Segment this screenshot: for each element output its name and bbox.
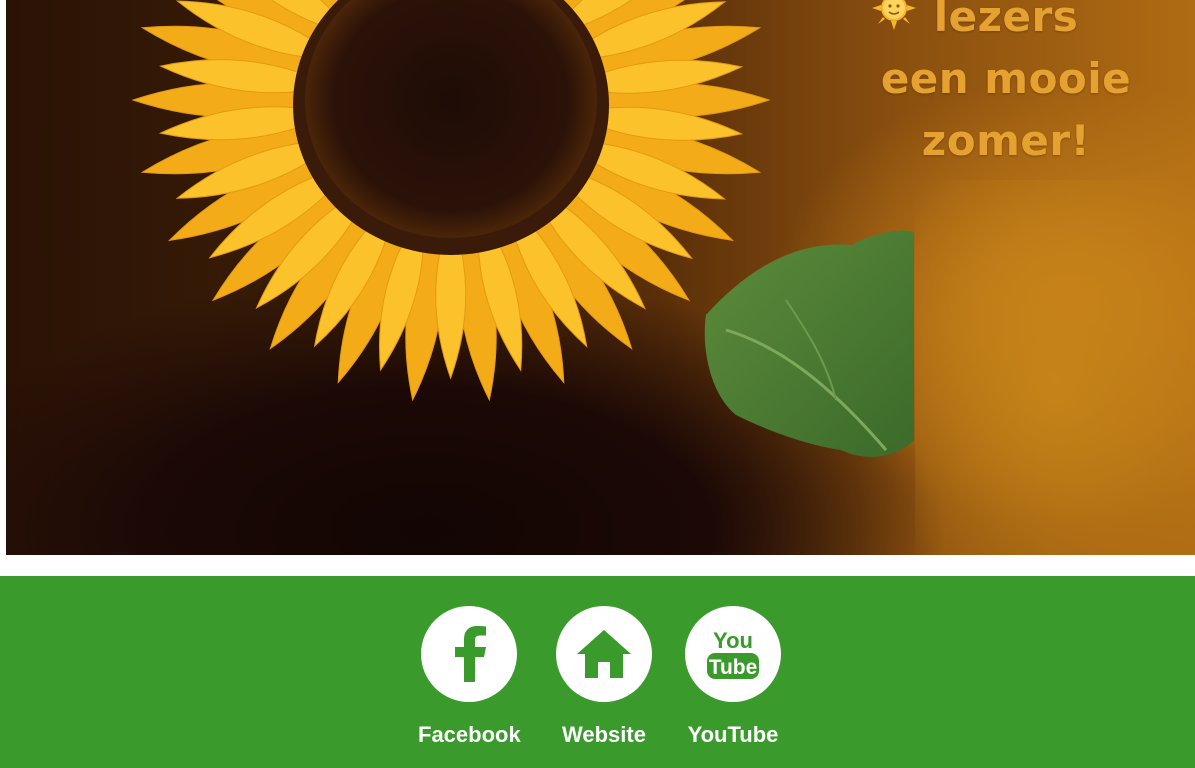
website-link[interactable]: Website [556, 606, 652, 748]
website-label: Website [562, 722, 646, 747]
social-footer: Facebook Website You Tube YouTube [0, 576, 1195, 768]
greeting-line-2: een mooie [880, 54, 1132, 103]
greeting-line-3-text: zomer! [921, 116, 1091, 165]
youtube-icon[interactable]: You Tube [685, 606, 781, 702]
youtube-link[interactable]: You Tube YouTube [685, 606, 781, 748]
svg-text:Tube: Tube [709, 656, 758, 679]
sun-emoji-icon [872, 0, 916, 30]
home-icon[interactable] [556, 606, 652, 702]
svg-text:You: You [713, 628, 753, 653]
leaf [704, 230, 914, 457]
greeting-text: lezers een mooie zomer! [866, 0, 1146, 172]
greeting-line-3: zomer! [866, 0, 1146, 172]
facebook-label: Facebook [418, 722, 521, 747]
facebook-icon[interactable] [421, 606, 518, 702]
banner-image: lezers een mooie zomer! [6, 0, 1195, 555]
youtube-label: YouTube [687, 722, 779, 747]
facebook-link[interactable]: Facebook [418, 606, 521, 748]
